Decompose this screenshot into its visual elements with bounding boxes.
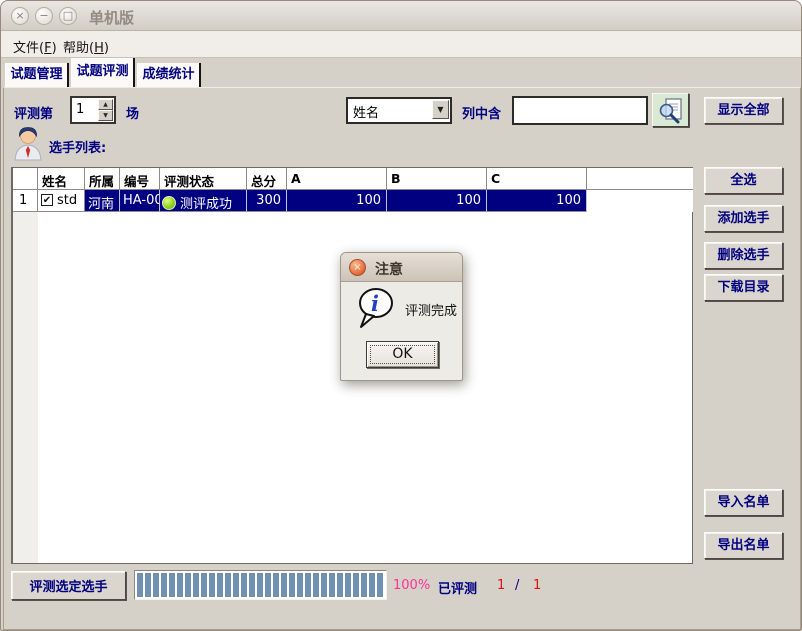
col-status[interactable]: 评测状态	[160, 168, 247, 190]
dialog-message: 评测完成	[405, 300, 457, 319]
col-filler	[587, 168, 693, 190]
select-all-button[interactable]: 全选	[704, 167, 783, 194]
cell-rownum: 1	[13, 190, 38, 212]
ok-button[interactable]: OK	[366, 341, 439, 368]
import-list-button[interactable]: 导入名单	[704, 489, 783, 516]
filter-field-combobox[interactable]: 姓名 ▼	[346, 97, 452, 124]
window-close-icon[interactable]: ×	[11, 7, 29, 25]
window-minimize-icon[interactable]: −	[35, 7, 53, 25]
col-rownum[interactable]	[13, 168, 38, 190]
table-header-row: 姓名 所属 编号 评测状态 总分 A B C	[13, 168, 693, 190]
remove-player-button[interactable]: 删除选手	[704, 242, 783, 269]
cell-filler	[587, 190, 693, 212]
window-title: 单机版	[89, 7, 134, 28]
player-list-label: 选手列表:	[49, 137, 106, 156]
info-bubble-icon: i	[353, 286, 397, 332]
cell-status[interactable]: 测评成功	[160, 190, 247, 212]
round-spinner[interactable]: 1 ▲ ▼	[70, 96, 116, 124]
search-input[interactable]	[512, 96, 648, 125]
status-success-icon	[162, 196, 176, 210]
progress-percent: 100%	[393, 578, 430, 593]
search-button[interactable]	[652, 93, 689, 127]
col-b[interactable]: B	[387, 168, 487, 190]
dialog-title-bar: × 注意	[341, 253, 462, 282]
dialog-title: 注意	[375, 259, 403, 279]
col-name[interactable]: 姓名	[38, 168, 85, 190]
round-value: 1	[76, 102, 84, 117]
count-slash: /	[515, 578, 519, 593]
col-c[interactable]: C	[487, 168, 587, 190]
menu-help-text2: )	[104, 41, 109, 56]
download-dir-button[interactable]: 下载目录	[704, 274, 783, 301]
show-all-button[interactable]: 显示全部	[704, 97, 783, 124]
spinner-down-icon[interactable]: ▼	[98, 110, 113, 121]
menu-bar: 文件(F) 帮助(H)	[1, 31, 801, 58]
player-name: std	[57, 193, 77, 208]
cell-org[interactable]: 河南	[85, 190, 120, 212]
cell-total[interactable]: 300	[247, 190, 287, 212]
col-total[interactable]: 总分	[247, 168, 287, 190]
filter-field-value: 姓名	[353, 102, 379, 121]
cell-code[interactable]: HA-000	[120, 190, 160, 212]
tab-question-evaluate[interactable]: 试题评测	[71, 58, 135, 87]
row-header-strip	[13, 168, 38, 563]
add-player-button[interactable]: 添加选手	[704, 205, 783, 232]
search-document-icon	[657, 97, 684, 124]
player-avatar-icon	[11, 125, 45, 161]
tab-question-manage[interactable]: 试题管理	[5, 63, 69, 87]
evaluated-label: 已评测	[438, 578, 477, 597]
menu-help[interactable]: 帮助(H)	[57, 35, 115, 58]
cell-name[interactable]: ✔ std	[38, 190, 85, 212]
dialog-close-icon[interactable]: ×	[349, 259, 366, 276]
info-i-glyph: i	[371, 291, 379, 316]
ok-button-label: OK	[370, 345, 435, 364]
title-bar: × − □ 单机版	[1, 1, 801, 31]
menu-help-key: H	[94, 41, 104, 56]
tab-score-stats[interactable]: 成绩统计	[137, 63, 201, 87]
spinner-up-icon[interactable]: ▲	[98, 99, 113, 110]
evaluated-total-count: 1	[533, 578, 541, 593]
evaluate-selected-button[interactable]: 评测选定选手	[11, 571, 126, 600]
cell-score-b[interactable]: 100	[387, 190, 487, 212]
app-window: × − □ 单机版 文件(F) 帮助(H) 试题管理 试题评测 成绩统计 评测第…	[0, 0, 802, 631]
checkbox-checked-icon[interactable]: ✔	[41, 194, 53, 206]
status-text: 测评成功	[180, 197, 232, 212]
round-prefix-label: 评测第	[14, 103, 53, 122]
cell-score-c[interactable]: 100	[487, 190, 587, 212]
menu-file-text: 文件(	[13, 41, 44, 56]
col-code[interactable]: 编号	[120, 168, 160, 190]
cell-score-a[interactable]: 100	[287, 190, 387, 212]
menu-file[interactable]: 文件(F)	[7, 35, 63, 58]
round-suffix-label: 场	[126, 103, 139, 122]
chevron-down-icon[interactable]: ▼	[432, 100, 449, 119]
col-a[interactable]: A	[287, 168, 387, 190]
menu-file-key: F	[44, 41, 51, 56]
col-org[interactable]: 所属	[85, 168, 120, 190]
progress-bar	[134, 570, 387, 600]
table-row[interactable]: 1 ✔ std 河南 HA-000 测评成功 300 100 100 100	[13, 190, 693, 212]
export-list-button[interactable]: 导出名单	[704, 532, 783, 559]
notice-dialog: × 注意 i 评测完成 OK	[340, 252, 463, 381]
menu-help-text: 帮助(	[63, 41, 94, 56]
window-maximize-icon[interactable]: □	[59, 7, 77, 25]
contains-label: 列中含	[462, 103, 501, 122]
progress-fill	[137, 573, 384, 597]
evaluated-done-count: 1	[497, 578, 505, 593]
menu-file-text2: )	[52, 41, 57, 56]
